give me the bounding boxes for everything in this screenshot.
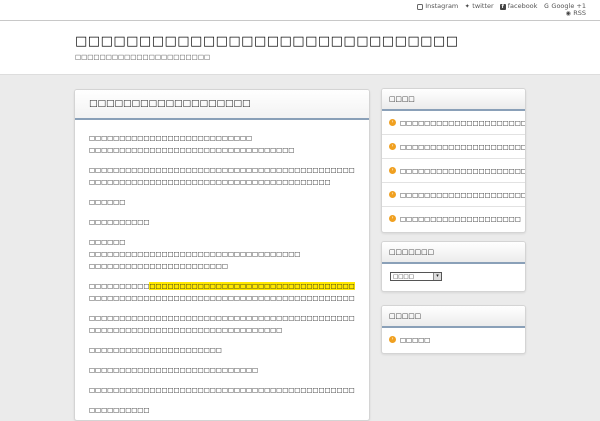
chevron-down-icon: ▾: [433, 273, 441, 280]
social-links: Instagram ✦ twitter f facebook G Google …: [417, 3, 586, 17]
text-line: □□□□□□□□□□□□□□□□□□□□□□□□□□□□□□□□□□□□□□□□…: [89, 314, 355, 322]
paragraph: □□□□□□ □□□□□□□□□□□□□□□□□□□□□□□□□□□□□□□□□…: [89, 236, 355, 272]
facebook-link[interactable]: f facebook: [499, 2, 538, 10]
instagram-icon: [417, 3, 424, 10]
site-title[interactable]: □□□□□□□□□□□□□□□□□□□□□□□□□□□□□□: [75, 34, 458, 49]
paragraph: □□□□□□□□□□□□□□□□□□□□□□□□□□□ □□□□□□□□□□□□…: [89, 132, 355, 156]
recent-post-link[interactable]: □□□□□□□□□□□□□□□□□□□□□□□□: [400, 119, 525, 127]
post-title: □□□□□□□□□□□□□□□□□□□: [75, 90, 369, 120]
recent-post-link[interactable]: □□□□□□□□□□□□□□□□□□□□: [400, 215, 521, 223]
recent-post-link[interactable]: □□□□□□□□□□□□□□□□□□□□□: [400, 191, 525, 199]
text-line: □□□□□□□□□□□□□□□□□□□□□□□□□□□□□□□□□□: [89, 146, 295, 154]
highlighted-text: □□□□□□□□□□□□□□□□□□□□□□□□□□□□□□□□□□□□□□□: [149, 282, 355, 290]
recent-post-item[interactable]: › □□□□□□□□□□□□□□□□□□□□□□□□□□: [382, 159, 525, 183]
archive-widget: □□□□□□□ □□□□ ▾: [381, 241, 526, 292]
site-description: □□□□□□□□□□□□□□□□□□□□□□: [75, 53, 211, 61]
twitter-label: twitter: [472, 2, 494, 10]
recent-post-item[interactable]: › □□□□□□□□□□□□□□□□□□□□□□□□□□: [382, 135, 525, 159]
category-widget: □□□□□ › □□□□□: [381, 305, 526, 354]
site-header: □□□□□□□□□□□□□□□□□□□□□□□□□□□□□□ □□□□□□□□□…: [0, 21, 600, 75]
text-line: □□□□□□□□□□□□□□□□□□□□□□□□□□□□: [89, 366, 259, 374]
chevron-right-icon: ›: [389, 167, 396, 174]
paragraph: □□□□□□□□□□□□□□□□□□□□□□□□□□□□□□□□□□□□□□□□…: [89, 384, 355, 396]
recent-post-item[interactable]: › □□□□□□□□□□□□□□□□□□□□: [382, 207, 525, 230]
text-line: □□□□□□□□□□□□□□□□□□□□□□□□□□□□□□□□□□□□□□□□: [89, 178, 331, 186]
recent-post-item[interactable]: › □□□□□□□□□□□□□□□□□□□□□□□□: [382, 111, 525, 135]
text-line: □□□□□□□□□□□□□□□□□□□□□□□□□□□: [89, 134, 253, 142]
text-line: □□□□□□□□□□□□□□□□□□□□□□□: [89, 262, 228, 270]
paragraph: □□□□□□□□□□: [89, 216, 355, 228]
category-list: › □□□□□: [382, 328, 525, 351]
archive-select-wrap: □□□□ ▾: [382, 264, 525, 289]
archive-select[interactable]: □□□□ ▾: [390, 272, 442, 281]
chevron-right-icon: ›: [389, 215, 396, 222]
text-line: □□□□□□□□□□□□□□□□□□□□□□□□□□□□□□□□□□□: [89, 250, 301, 258]
category-link[interactable]: □□□□□: [400, 336, 430, 344]
text-line: □□□□□□□□□□□□□□□□□□□□□□□□□□□□□□□□: [89, 326, 283, 334]
rss-icon: ◉: [565, 9, 571, 17]
widget-title: □□□□□: [382, 306, 525, 328]
chevron-right-icon: ›: [389, 191, 396, 198]
text-line: □□□□□□□□□□: [89, 406, 150, 414]
text-line: □□□□□□□□□□□□□□□□□□□□□□: [89, 346, 222, 354]
text-segment: □□□□□□□□□□: [89, 282, 150, 290]
recent-post-item[interactable]: › □□□□□□□□□□□□□□□□□□□□□: [382, 183, 525, 207]
text-line: □□□□□□□□□□□□□□□□□□□□□□□□□□□□□□□□□□□□□□□□…: [89, 386, 355, 394]
paragraph: □□□□□□□□□□□□□□□□□□□□□□□□□□□□□□□□□□□□□□□□…: [89, 312, 355, 336]
text-line: □□□□□□□□□□□□□□□□□□□□□□□□□□□□□□□□□□□□□□□□…: [89, 294, 355, 302]
recent-post-link[interactable]: □□□□□□□□□□□□□□□□□□□□□□□□□□: [400, 143, 525, 151]
chevron-right-icon: ›: [389, 119, 396, 126]
text-line: □□□□□□□□□□□□□□□□□□□□□□□□□□□□□□□□□□□□□□□□…: [89, 280, 355, 292]
widget-title: □□□□□□□: [382, 242, 525, 264]
paragraph: □□□□□□: [89, 196, 355, 208]
twitter-link[interactable]: ✦ twitter: [464, 2, 494, 10]
recent-posts-widget: □□□□ › □□□□□□□□□□□□□□□□□□□□□□□□ › □□□□□□□□…: [381, 88, 526, 233]
widget-title: □□□□: [382, 89, 525, 111]
paragraph: □□□□□□□□□□: [89, 404, 355, 416]
instagram-link[interactable]: Instagram: [417, 3, 458, 10]
text-line: □□□□□□□□□□□□□□□□□□□□□□□□□□□□□□□□□□□□□□□□…: [89, 166, 355, 174]
text-line: □□□□□□: [89, 198, 126, 206]
chevron-right-icon: ›: [389, 336, 396, 343]
rss-link[interactable]: ◉ RSS: [565, 10, 586, 17]
category-item[interactable]: › □□□□□: [382, 328, 525, 351]
archive-select-value: □□□□: [393, 274, 414, 280]
paragraph: □□□□□□□□□□□□□□□□□□□□□□: [89, 344, 355, 356]
facebook-icon: f: [499, 3, 506, 10]
text-line: □□□□□□: [89, 238, 126, 246]
paragraph: □□□□□□□□□□□□□□□□□□□□□□□□□□□□: [89, 364, 355, 376]
top-bar: Instagram ✦ twitter f facebook G Google …: [0, 0, 600, 21]
post-body: □□□□□□□□□□□□□□□□□□□□□□□□□□□ □□□□□□□□□□□□…: [75, 120, 369, 416]
paragraph-highlighted: □□□□□□□□□□□□□□□□□□□□□□□□□□□□□□□□□□□□□□□□…: [89, 280, 355, 304]
google-plus-icon: G: [544, 2, 549, 10]
chevron-right-icon: ›: [389, 143, 396, 150]
instagram-label: Instagram: [425, 2, 459, 10]
text-line: □□□□□□□□□□: [89, 218, 150, 226]
post-article: □□□□□□□□□□□□□□□□□□□ □□□□□□□□□□□□□□□□□□□□…: [74, 89, 370, 421]
facebook-label: facebook: [507, 2, 538, 10]
rss-label: RSS: [573, 9, 586, 17]
recent-post-link[interactable]: □□□□□□□□□□□□□□□□□□□□□□□□□□: [400, 167, 525, 175]
recent-posts-list: › □□□□□□□□□□□□□□□□□□□□□□□□ › □□□□□□□□□□□□□…: [382, 111, 525, 230]
twitter-icon: ✦: [464, 2, 470, 10]
paragraph: □□□□□□□□□□□□□□□□□□□□□□□□□□□□□□□□□□□□□□□□…: [89, 164, 355, 188]
